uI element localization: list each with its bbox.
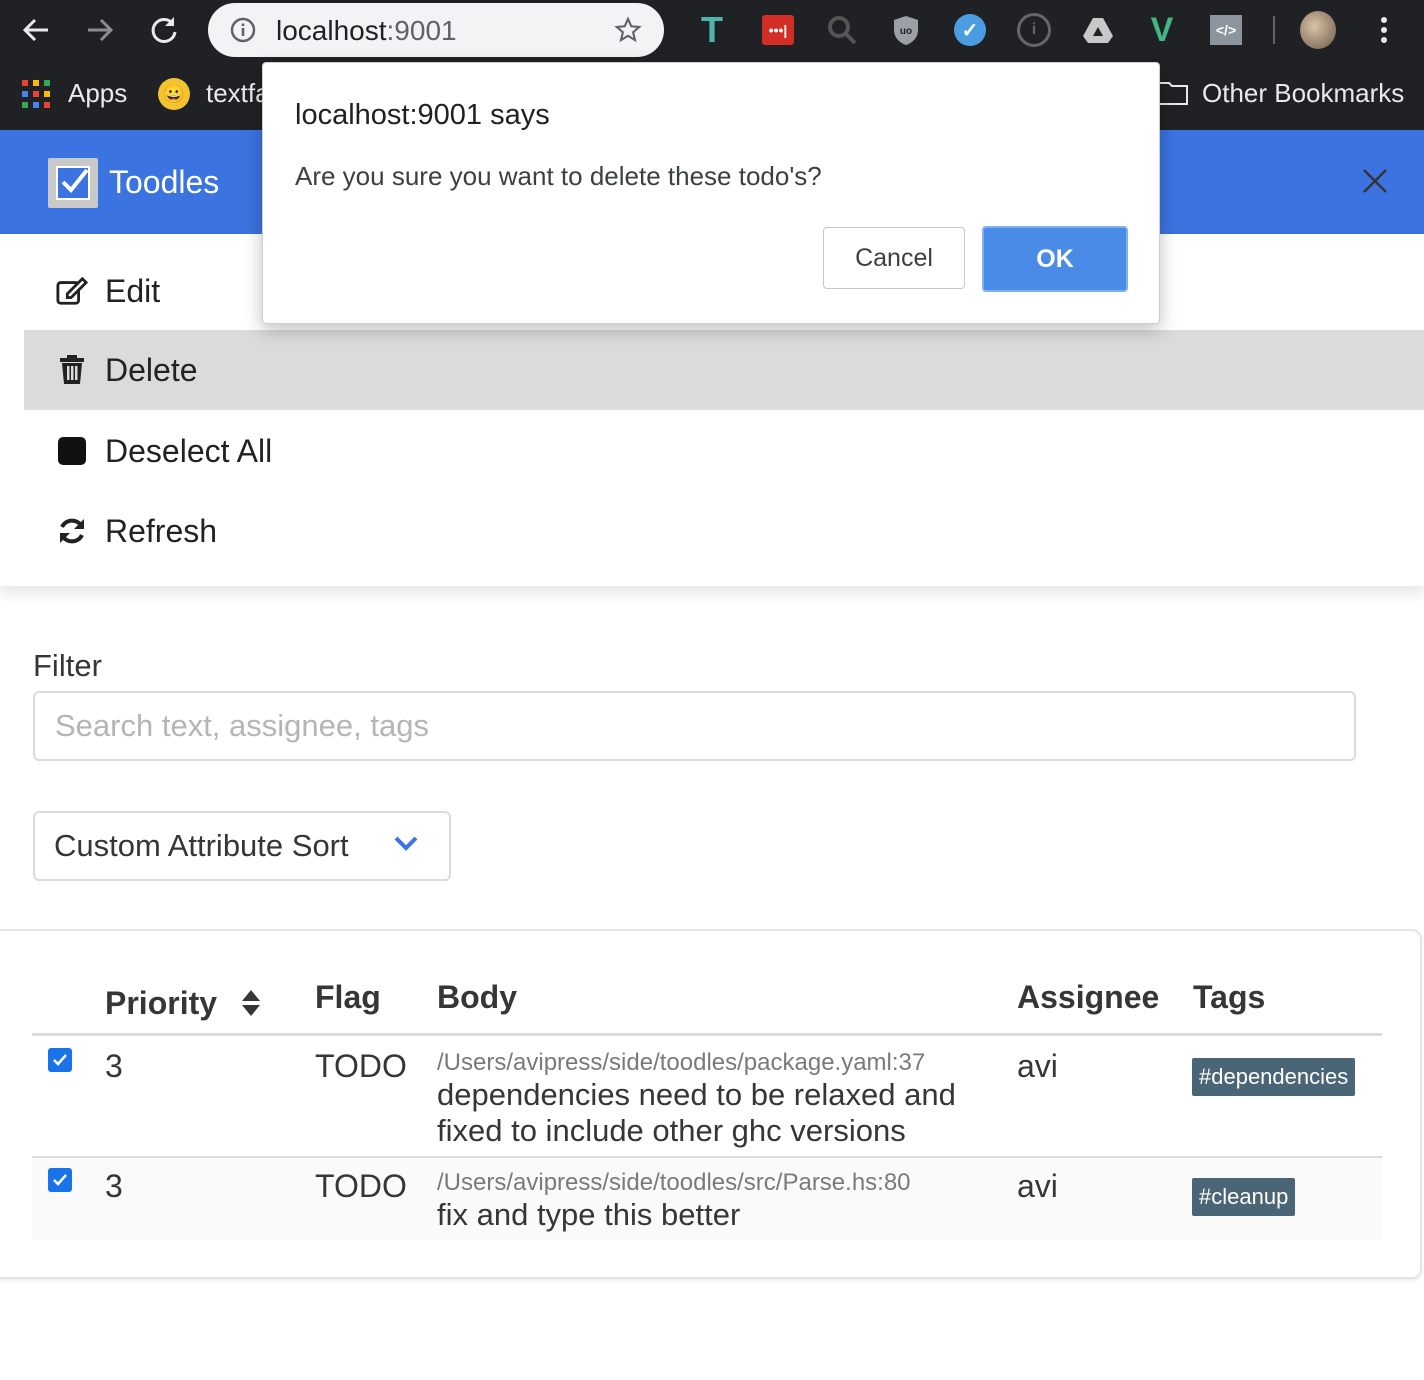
header-priority[interactable]: Priority <box>105 985 217 1022</box>
star-icon[interactable] <box>614 16 642 44</box>
browser-toolbar: localhost:9001 T •••| uo ✓ i V </> <box>0 0 1424 62</box>
menu-item-label: Delete <box>105 351 198 388</box>
tag-badge[interactable]: #dependencies <box>1192 1058 1356 1096</box>
url-host: localhost <box>276 15 387 46</box>
folder-icon <box>1158 80 1188 111</box>
info-icon[interactable] <box>230 17 256 43</box>
smiley-icon: 😀 <box>158 78 190 110</box>
table-row[interactable]: 3 TODO /Users/avipress/side/toodles/pack… <box>32 1036 1382 1158</box>
code-ext-icon[interactable]: </> <box>1208 12 1244 48</box>
row-assignee: avi <box>1017 1048 1058 1084</box>
table-row[interactable]: 3 TODO /Users/avipress/side/toodles/src/… <box>32 1158 1382 1240</box>
close-menu-icon[interactable] <box>1358 164 1392 203</box>
sort-arrows-icon[interactable] <box>240 988 262 1023</box>
row-checkbox[interactable] <box>48 1168 72 1192</box>
header-tags: Tags <box>1193 979 1266 1015</box>
filter-search-input[interactable] <box>33 691 1356 761</box>
bookmark-apps[interactable]: Apps <box>68 78 127 109</box>
url-port: :9001 <box>386 15 457 46</box>
search-ext-icon[interactable] <box>824 12 860 48</box>
ublock-icon[interactable]: uo <box>888 12 924 48</box>
row-assignee: avi <box>1017 1168 1058 1204</box>
header-body: Body <box>437 979 517 1015</box>
drive-icon[interactable] <box>1080 12 1116 48</box>
kebab-menu-icon[interactable] <box>1366 12 1402 48</box>
row-file-path[interactable]: /Users/avipress/side/toodles/package.yam… <box>437 1049 925 1077</box>
confirm-dialog: localhost:9001 says Are you sure you wan… <box>262 62 1160 324</box>
bookmark-other[interactable]: Other Bookmarks <box>1202 78 1404 109</box>
lastpass-icon[interactable]: •••| <box>760 12 796 48</box>
cancel-button[interactable]: Cancel <box>823 227 965 289</box>
app-title[interactable]: Toodles <box>109 164 219 201</box>
edit-icon <box>56 275 88 307</box>
onepassword-icon[interactable]: i <box>1016 12 1052 48</box>
row-file-path[interactable]: /Users/avipress/side/toodles/src/Parse.h… <box>437 1169 911 1197</box>
row-flag: TODO <box>315 1048 407 1084</box>
menu-item-refresh[interactable]: Refresh <box>24 491 1424 571</box>
row-priority: 3 <box>105 1168 123 1204</box>
sort-selected-label: Custom Attribute Sort <box>54 828 349 863</box>
row-body-text: fix and type this better <box>437 1197 741 1232</box>
menu-item-label: Deselect All <box>105 432 273 469</box>
reload-icon[interactable] <box>144 10 184 50</box>
dialog-message: Are you sure you want to delete these to… <box>295 161 822 191</box>
url-text: localhost:9001 <box>276 15 457 47</box>
tag-badge[interactable]: #cleanup <box>1192 1178 1296 1216</box>
ok-button[interactable]: OK <box>982 226 1128 292</box>
square-icon <box>56 435 88 467</box>
row-flag: TODO <box>315 1168 407 1204</box>
row-checkbox[interactable] <box>48 1048 72 1072</box>
header-assignee: Assignee <box>1017 979 1160 1015</box>
filter-label: Filter <box>33 648 102 683</box>
menu-item-label: Refresh <box>105 512 218 549</box>
refresh-icon <box>56 515 88 547</box>
address-bar[interactable]: localhost:9001 <box>208 3 664 57</box>
menu-item-delete[interactable]: Delete <box>24 330 1424 410</box>
back-arrow-icon[interactable] <box>16 10 56 50</box>
vimeo-ext-icon[interactable]: ✓ <box>952 12 988 48</box>
bookmark-textfaces[interactable]: textfa <box>206 78 270 109</box>
menu-item-deselect-all[interactable]: Deselect All <box>24 411 1424 491</box>
chevron-down-icon <box>394 836 418 851</box>
trash-icon <box>56 354 88 386</box>
logo-checkbox-icon <box>48 158 98 208</box>
toolbar-divider <box>1273 16 1275 44</box>
checkmark-icon <box>53 1054 67 1066</box>
checkmark-icon <box>53 1174 67 1186</box>
header-flag: Flag <box>315 979 381 1015</box>
extension-t-icon[interactable]: T <box>694 9 730 50</box>
svg-text:uo: uo <box>900 26 912 37</box>
vue-devtools-icon[interactable]: V <box>1144 11 1180 49</box>
apps-grid-icon[interactable] <box>22 80 50 113</box>
dialog-title: localhost:9001 says <box>295 99 550 131</box>
menu-item-label: Edit <box>105 272 161 309</box>
profile-avatar[interactable] <box>1300 11 1336 49</box>
row-body-text: dependencies need to be relaxed and fixe… <box>437 1077 956 1148</box>
forward-arrow-icon[interactable] <box>80 10 120 50</box>
row-priority: 3 <box>105 1048 123 1084</box>
sort-select[interactable]: Custom Attribute Sort <box>33 811 451 881</box>
